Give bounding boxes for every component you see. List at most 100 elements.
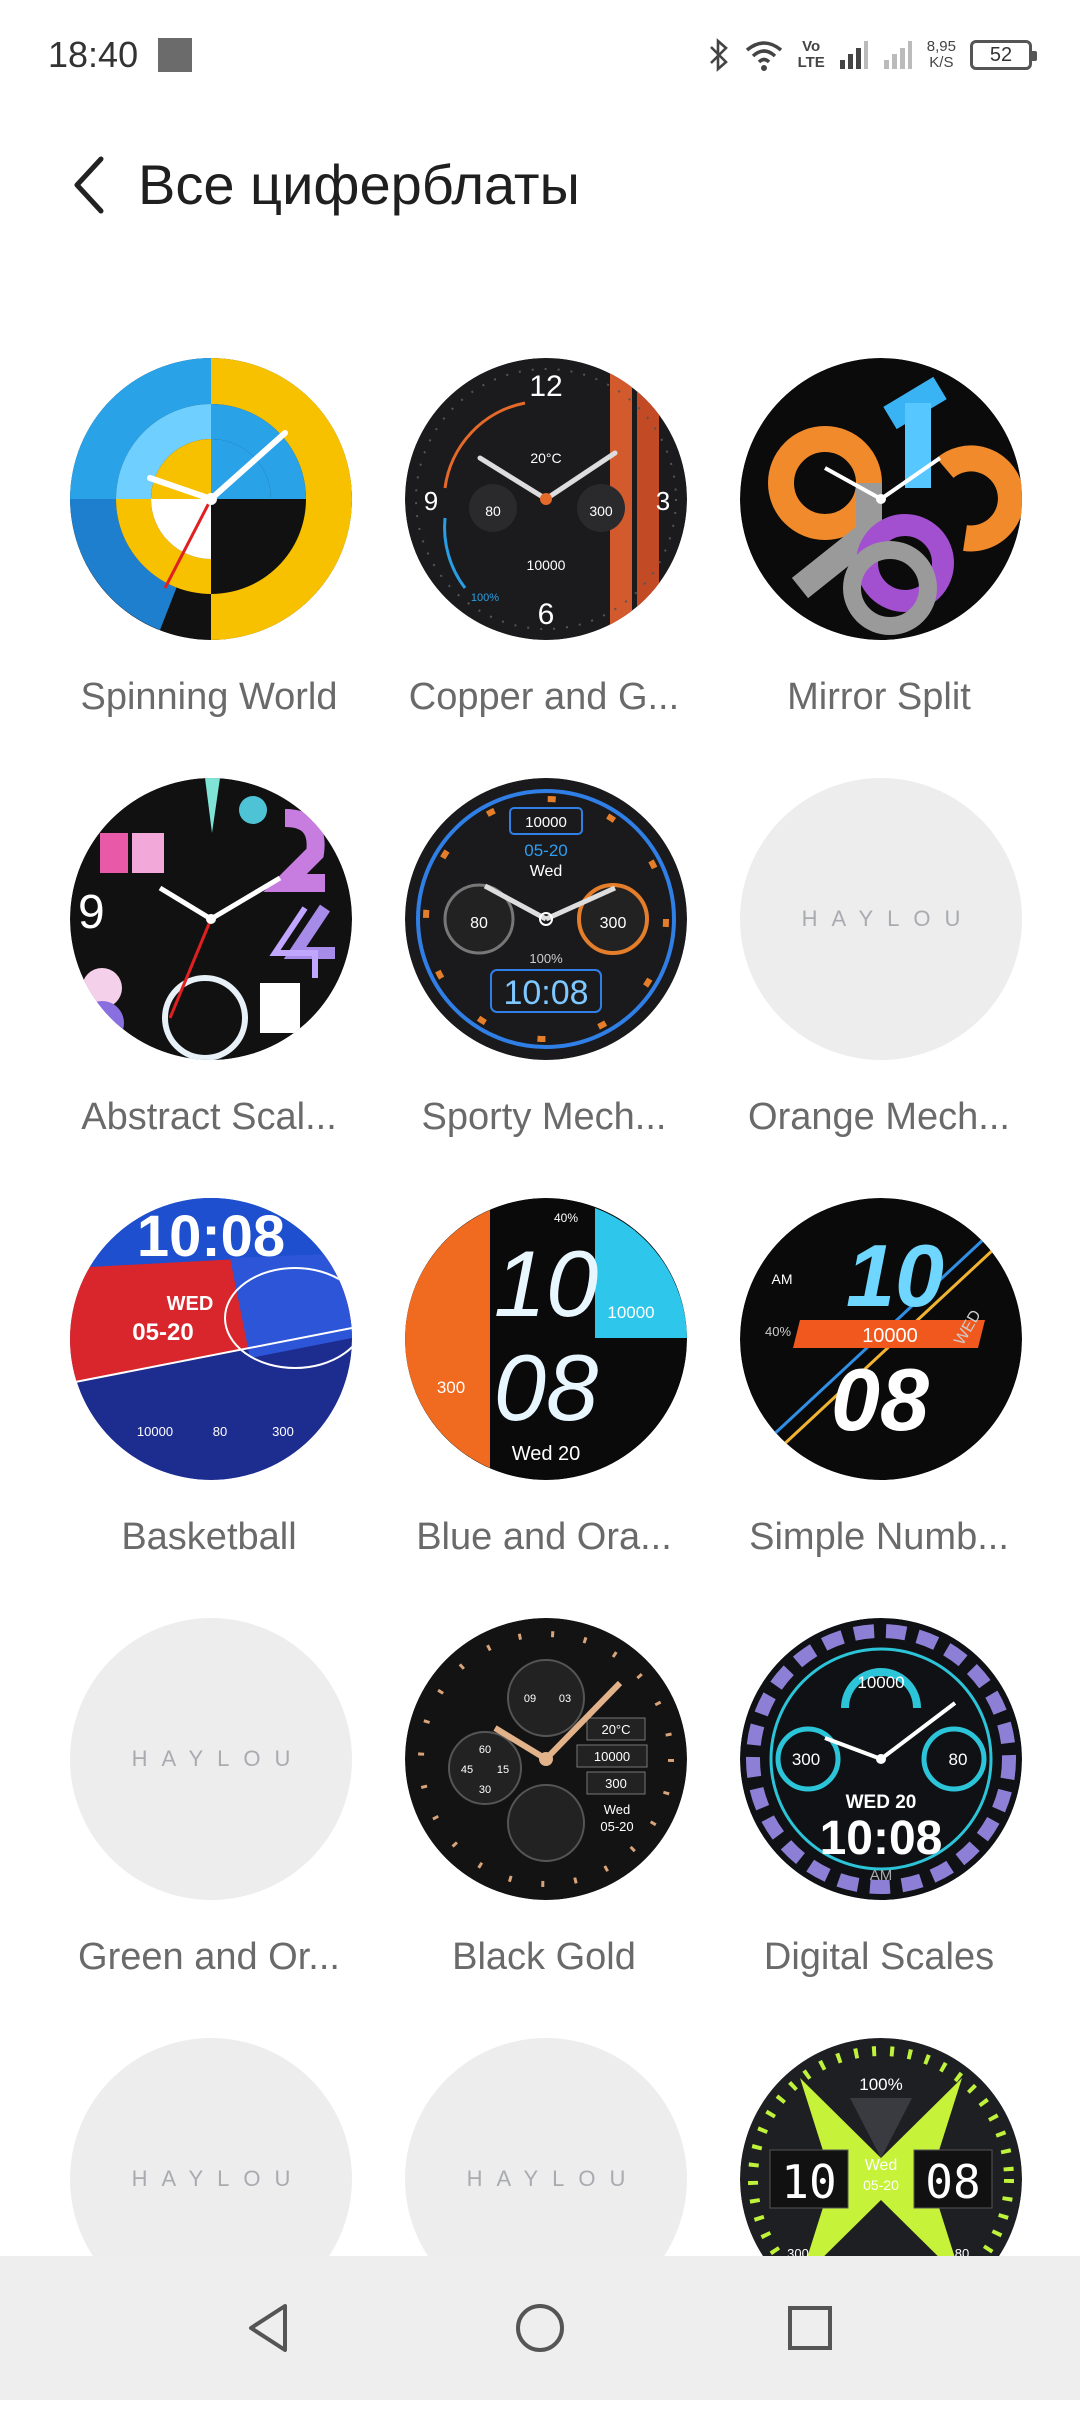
nav-recents-button[interactable] — [774, 2292, 846, 2364]
dial-hr: 80 — [949, 1750, 968, 1769]
dial-minute: 08 — [831, 1350, 929, 1449]
signal-icon — [839, 40, 869, 70]
watch-face-preview — [740, 358, 1022, 640]
watch-face-preview: 09 03 45 15 30 60 20°C 10000 300 Wed 05-… — [405, 1618, 687, 1900]
brand-logo: HAYLOU — [466, 2166, 640, 2191]
volte-indicator: Vo LTE — [797, 38, 825, 71]
watch-face-preview — [70, 358, 352, 640]
watch-face-card[interactable]: HAYLOU Orange Mech... — [729, 778, 1029, 1158]
chevron-left-icon — [74, 156, 104, 214]
watch-face-label: Abstract Scal... — [81, 1096, 337, 1138]
dial-date: 05-20 — [132, 1319, 193, 1346]
dial-hour: 10 — [846, 1226, 944, 1325]
watch-face-label: Blue and Ora... — [416, 1516, 672, 1558]
watch-face-placeholder: HAYLOU — [70, 1618, 352, 1900]
dial-hr: 80 — [470, 915, 488, 932]
watch-face-card[interactable]: 12 9 3 6 20°C 80 300 10000 100% Copper a… — [394, 358, 694, 738]
dial-date: 05-20 — [600, 1819, 633, 1834]
watch-face-label: Spinning World — [80, 676, 338, 718]
watch-face-preview: 12 9 3 6 20°C 80 300 10000 100% — [405, 358, 687, 640]
dial-steps: 10000 — [525, 814, 567, 831]
dial-numeral: 9 — [424, 486, 438, 516]
dial-steps: 10000 — [607, 1303, 654, 1322]
dial-date: Wed 20 — [512, 1443, 581, 1465]
dial-hr: 80 — [213, 1424, 227, 1439]
watch-face-label: Black Gold — [452, 1936, 636, 1978]
dial-subdial: 15 — [497, 1764, 509, 1776]
dial-cal: 300 — [605, 1776, 627, 1791]
status-time: 18:40 — [48, 34, 139, 75]
watch-face-card[interactable]: Mirror Split — [729, 358, 1029, 738]
nav-recents-square-icon — [788, 2306, 832, 2350]
dial-subdial: 60 — [479, 1744, 491, 1756]
back-button[interactable] — [54, 150, 124, 220]
dial-numeral: 6 — [538, 598, 555, 631]
dial-ampm: AM — [870, 1867, 893, 1884]
dial-minute: 08 — [925, 2155, 980, 2209]
watch-face-card[interactable]: 10 08 40% 10000 300 Wed 20 Blue and Ora.… — [394, 1198, 694, 1578]
dial-steps: 10000 — [527, 557, 566, 573]
dial-temp: 20°C — [601, 1722, 630, 1737]
watch-face-preview: 10 10000 08 AM 40% WED — [740, 1198, 1022, 1480]
watch-face-card[interactable]: 10000 300 80 WED 20 10:08 AM Digital Sca… — [729, 1618, 1029, 1998]
watch-face-label: Mirror Split — [787, 676, 971, 718]
status-icons: Vo LTE 8,95 K/S 52 — [708, 30, 1037, 80]
dial-steps: 10000 — [862, 1325, 918, 1347]
dial-hr: 80 — [485, 503, 501, 519]
brand-logo: HAYLOU — [131, 2166, 305, 2191]
watch-face-card[interactable]: 10000 05-20 Wed 80 300 100% 10:08 Sporty… — [394, 778, 694, 1158]
watch-face-preview: 10 08 40% 10000 300 Wed 20 — [405, 1198, 687, 1480]
dial-numeral: 3 — [656, 486, 670, 516]
nav-back-button[interactable] — [232, 2292, 304, 2364]
watch-face-card[interactable]: 10:08 WED 05-20 10000 80 300 Basketball — [59, 1198, 359, 1578]
dial-steps: 10000 — [594, 1749, 630, 1764]
dial-subdial: 09 — [524, 1693, 536, 1705]
system-nav-bar — [0, 2256, 1080, 2400]
dial-cal: 300 — [589, 503, 613, 519]
nav-home-circle-icon — [516, 2304, 564, 2352]
watch-face-preview: 10:08 WED 05-20 10000 80 300 — [70, 1198, 352, 1480]
dial-temp: 20°C — [530, 450, 561, 466]
dial-date: 05-20 — [863, 2177, 899, 2193]
battery-indicator: 52 — [970, 40, 1037, 70]
watch-face-label: Sporty Mech... — [421, 1096, 667, 1138]
watch-face-label: Simple Numb... — [749, 1516, 1009, 1558]
watch-face-label: Copper and G... — [408, 676, 680, 718]
dial-cal: 300 — [600, 915, 627, 932]
dial-day: WED — [167, 1293, 214, 1315]
watch-face-card[interactable]: HAYLOU Green and Or... — [59, 1618, 359, 1998]
dial-time: 10:08 — [503, 974, 588, 1012]
dial-subdial: 03 — [559, 1693, 571, 1705]
dial-steps: 10000 — [857, 1673, 904, 1692]
dial-time: 10:08 — [820, 1812, 943, 1865]
dial-hour: 10 — [781, 2155, 836, 2209]
nav-home-button[interactable] — [504, 2292, 576, 2364]
dial-subdial: 45 — [461, 1764, 473, 1776]
dial-pct: 40% — [765, 1324, 791, 1339]
signal-weak-icon — [883, 40, 913, 70]
status-bar: 18:40 Vo LTE 8,95 K/S 52 — [0, 0, 1080, 110]
watch-face-card[interactable]: 9 Abstract Scal... — [59, 778, 359, 1158]
watch-face-preview: 10000 300 80 WED 20 10:08 AM — [740, 1618, 1022, 1900]
brand-logo: HAYLOU — [801, 906, 975, 931]
network-speed: 8,95 K/S — [926, 38, 956, 71]
wifi-icon — [744, 38, 784, 72]
dial-pct: 100% — [859, 2075, 902, 2094]
dial-day: Wed — [530, 863, 563, 880]
watch-face-card[interactable]: 09 03 45 15 30 60 20°C 10000 300 Wed 05-… — [394, 1618, 694, 1998]
dial-minute: 08 — [494, 1335, 599, 1440]
watch-face-card[interactable]: Spinning World — [59, 358, 359, 738]
notification-icon — [158, 38, 192, 72]
dial-cal: 300 — [792, 1750, 820, 1769]
dial-hour: 10 — [494, 1231, 599, 1336]
watch-face-card[interactable]: 10 10000 08 AM 40% WED Simple Numb... — [729, 1198, 1029, 1578]
dial-date: 05-20 — [524, 841, 567, 860]
watch-face-label: Orange Mech... — [748, 1096, 1010, 1138]
header: Все циферблаты — [0, 130, 1080, 240]
dial-day: Wed — [604, 1802, 631, 1817]
dial-pct: 100% — [471, 592, 499, 604]
page-title: Все циферблаты — [138, 153, 580, 216]
dial-cal: 300 — [272, 1424, 294, 1439]
dial-day: WED 20 — [846, 1792, 917, 1813]
watch-face-preview: 10000 05-20 Wed 80 300 100% 10:08 — [405, 778, 687, 1060]
